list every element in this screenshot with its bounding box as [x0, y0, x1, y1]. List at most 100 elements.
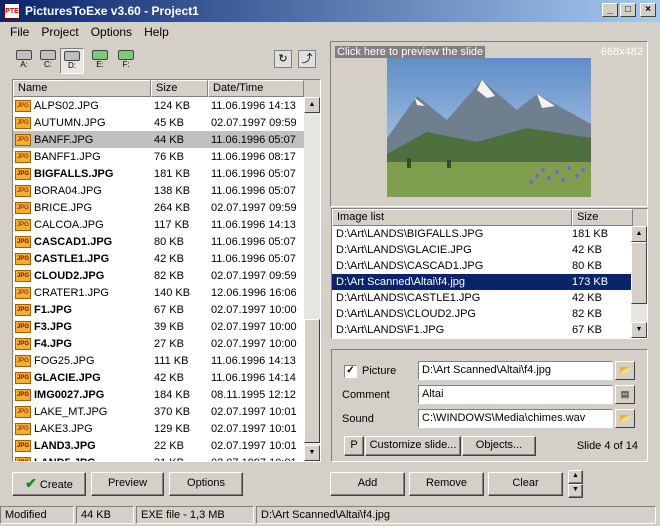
minimize-button[interactable]: _	[602, 3, 618, 17]
image-list-row[interactable]: D:\Art\LANDS\BIGFALLS.JPG 181 KB	[332, 226, 647, 242]
file-row[interactable]: JPG CLOUD2.JPG 82 KB 02.07.1997 09:59	[13, 267, 320, 284]
image-list-row[interactable]: D:\Art Scanned\Altai\f4.jpg 173 KB	[332, 274, 647, 290]
jpg-file-icon: JPG	[15, 303, 31, 316]
image-list-row[interactable]: D:\Art\LANDS\CASTLE1.JPG 42 KB	[332, 290, 647, 306]
drive-e-button[interactable]: E:	[88, 48, 112, 74]
file-row[interactable]: JPG BANFF.JPG 44 KB 11.06.1996 05:07	[13, 131, 320, 148]
preview-hint[interactable]: Click here to preview the slide	[335, 46, 486, 58]
file-row[interactable]: JPG F4.JPG 27 KB 02.07.1997 10:00	[13, 335, 320, 352]
add-button[interactable]: Add	[330, 472, 405, 496]
file-date: 02.07.1997 10:01	[208, 457, 304, 462]
column-size[interactable]: Size	[572, 209, 633, 226]
drive-f-button[interactable]: F:	[114, 48, 138, 74]
image-list-row[interactable]: D:\Art\LANDS\CLOUD2.JPG 82 KB	[332, 306, 647, 322]
file-row[interactable]: JPG ALPS02.JPG 124 KB 11.06.1996 14:13	[13, 97, 320, 114]
file-row[interactable]: JPGLAND5.JPG31 KB02.07.1997 10:01	[13, 454, 320, 462]
folder-open-icon[interactable]: 📂	[615, 361, 635, 380]
file-row[interactable]: JPG CRATER1.JPG 140 KB 12.06.1996 16:06	[13, 284, 320, 301]
scroll-thumb[interactable]	[631, 242, 647, 304]
file-size: 27 KB	[154, 337, 184, 350]
document-icon[interactable]: ▤	[615, 385, 635, 404]
file-size: 111 KB	[154, 354, 189, 367]
file-size: 44 KB	[154, 133, 184, 146]
file-row[interactable]: JPG F3.JPG 39 KB 02.07.1997 10:00	[13, 318, 320, 335]
file-row[interactable]: JPG CASCAD1.JPG 80 KB 11.06.1996 05:07	[13, 233, 320, 250]
column-image-list[interactable]: Image list	[332, 209, 572, 226]
column-size[interactable]: Size	[151, 80, 208, 97]
remove-button[interactable]: Remove	[409, 472, 484, 496]
image-list-row[interactable]: D:\Art\LANDS\CASCAD1.JPG 80 KB	[332, 258, 647, 274]
file-row[interactable]: JPG F1.JPG 67 KB 02.07.1997 10:00	[13, 301, 320, 318]
file-row[interactable]: JPG AUTUMN.JPG 45 KB 02.07.1997 09:59	[13, 114, 320, 131]
options-button[interactable]: Options	[169, 472, 243, 496]
jpg-file-icon: JPG	[15, 218, 31, 231]
image-list-scrollbar[interactable]: ▲ ▼	[631, 226, 647, 338]
close-button[interactable]: ×	[640, 3, 656, 17]
file-row[interactable]: JPG LAND3.JPG 22 KB 02.07.1997 10:01	[13, 437, 320, 454]
image-list-row[interactable]: D:\Art\LANDS\GLACIE.JPG 42 KB	[332, 242, 647, 258]
image-size: 82 KB	[572, 308, 602, 320]
folder-open-icon[interactable]: 📂	[615, 409, 635, 428]
file-date: 02.07.1997 10:01	[211, 405, 297, 418]
file-row[interactable]: JPG BRICE.JPG 264 KB 02.07.1997 09:59	[13, 199, 320, 216]
file-name: JPG F1.JPG	[15, 303, 72, 316]
column-name[interactable]: Name	[13, 80, 151, 97]
column-date[interactable]: Date/Time	[208, 80, 304, 97]
preview-button[interactable]: Preview	[91, 472, 164, 496]
file-list-scrollbar[interactable]: ▲ ▼	[304, 97, 320, 461]
scroll-up-icon[interactable]: ▲	[631, 226, 647, 242]
folder-up-icon[interactable]: ⤴	[298, 50, 316, 68]
comment-label: Comment	[342, 389, 390, 401]
image-size: 42 KB	[572, 244, 602, 256]
scroll-down-icon[interactable]: ▼	[304, 445, 320, 461]
picture-field[interactable]: D:\Art Scanned\Altai\f4.jpg	[418, 361, 613, 380]
file-size: 140 KB	[154, 286, 191, 299]
drive-c-button[interactable]: C:	[36, 48, 60, 74]
file-size: 264 KB	[154, 201, 191, 214]
file-date: 11.06.1996 05:07	[211, 252, 296, 265]
image-list[interactable]: Image list Size D:\Art\LANDS\BIGFALLS.JP…	[331, 208, 648, 339]
image-list-row[interactable]: D:\Art\LANDS\F1.JPG 67 KB	[332, 322, 647, 338]
title-bar: PTE PicturesToExe v3.60 - Project1 _ □ ×	[0, 0, 660, 22]
create-button[interactable]: ✔ Create	[12, 472, 86, 496]
scroll-down-icon[interactable]: ▼	[631, 322, 647, 338]
file-row[interactable]: JPG FOG25.JPG 111 KB 11.06.1996 14:13	[13, 352, 320, 369]
menu-help[interactable]: Help	[138, 25, 175, 39]
file-size: 117 KB	[154, 218, 190, 231]
image-path: D:\Art\LANDS\CLOUD2.JPG	[336, 308, 476, 320]
scroll-thumb[interactable]	[304, 319, 320, 443]
p-button[interactable]: P	[344, 436, 364, 456]
jpg-file-icon: JPG	[15, 405, 31, 418]
clear-button[interactable]: Clear	[488, 472, 563, 496]
menu-project[interactable]: Project	[35, 25, 84, 39]
file-row[interactable]: JPG BANFF1.JPG 76 KB 11.06.1996 08:17	[13, 148, 320, 165]
file-row[interactable]: JPG IMG0027.JPG 184 KB 08.11.1995 12:12	[13, 386, 320, 403]
file-row[interactable]: JPG BORA04.JPG 138 KB 11.06.1996 05:07	[13, 182, 320, 199]
file-row[interactable]: JPG CASTLE1.JPG 42 KB 11.06.1996 05:07	[13, 250, 320, 267]
file-row[interactable]: JPG LAKE_MT.JPG 370 KB 02.07.1997 10:01	[13, 403, 320, 420]
file-name: JPG F3.JPG	[15, 320, 72, 333]
drive-d-button[interactable]: D:	[60, 48, 84, 74]
move-up-icon[interactable]: ▲	[568, 470, 583, 484]
picture-checkbox[interactable]: ✓	[344, 365, 357, 378]
refresh-icon[interactable]: ↻	[274, 50, 292, 68]
objects-button[interactable]: Objects...	[462, 436, 536, 456]
move-down-icon[interactable]: ▼	[568, 484, 583, 498]
file-list[interactable]: Name Size Date/Time JPG ALPS02.JPG 124 KB 1…	[12, 79, 321, 462]
sound-field[interactable]: C:\WINDOWS\Media\chimes.wav	[418, 409, 613, 428]
jpg-file-icon: JPG	[15, 439, 31, 452]
file-row[interactable]: JPG CALCOA.JPG 117 KB 11.06.1996 14:13	[13, 216, 320, 233]
customize-slide-button[interactable]: Customize slide...	[365, 436, 461, 456]
scroll-up-icon[interactable]: ▲	[304, 97, 320, 113]
slide-preview[interactable]: Click here to preview the slide 668x482	[330, 41, 648, 207]
file-row[interactable]: JPG GLACIE.JPG 42 KB 11.06.1996 14:14	[13, 369, 320, 386]
menu-options[interactable]: Options	[85, 25, 138, 39]
file-row[interactable]: JPG LAKE3.JPG 129 KB 02.07.1997 10:01	[13, 420, 320, 437]
file-row[interactable]: JPG BIGFALLS.JPG 181 KB 11.06.1996 05:07	[13, 165, 320, 182]
maximize-button[interactable]: □	[620, 3, 636, 17]
file-name: JPG CASTLE1.JPG	[15, 252, 110, 265]
menu-file[interactable]: File	[4, 25, 35, 39]
comment-field[interactable]: Altai	[418, 385, 613, 404]
drive-a-button[interactable]: A:	[12, 48, 36, 74]
file-date: 11.06.1996 05:07	[211, 167, 296, 180]
